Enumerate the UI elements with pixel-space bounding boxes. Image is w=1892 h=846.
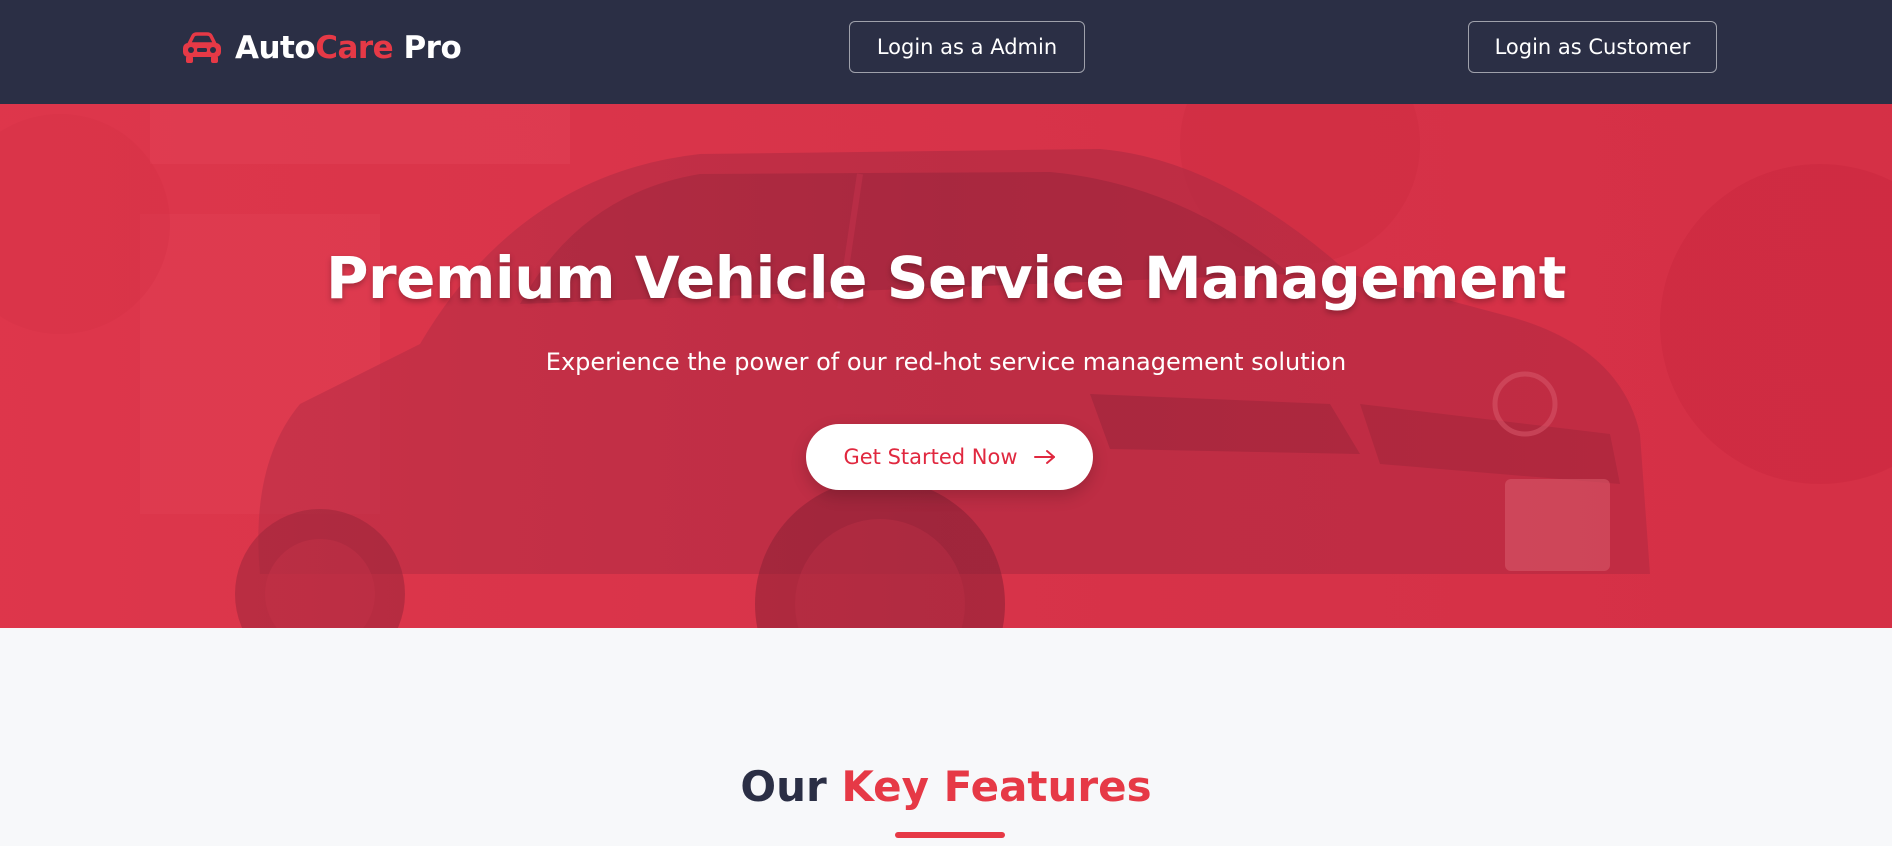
features-title-part2: Key Features	[841, 762, 1152, 811]
hero-content: Premium Vehicle Service Management Exper…	[0, 104, 1892, 628]
features-title-part1: Our	[740, 762, 842, 811]
login-admin-button[interactable]: Login as a Admin	[849, 21, 1085, 73]
title-underline	[895, 832, 1005, 838]
hero-title: Premium Vehicle Service Management	[326, 244, 1566, 312]
get-started-label: Get Started Now	[843, 445, 1018, 469]
navbar: AutoCare Pro Login as a Admin Login as C…	[0, 0, 1892, 104]
brand-logo[interactable]: AutoCare Pro	[181, 26, 462, 70]
car-icon	[181, 32, 223, 64]
brand-name: AutoCare Pro	[235, 30, 462, 66]
get-started-button[interactable]: Get Started Now	[806, 424, 1093, 490]
brand-name-part1: Auto	[235, 30, 316, 66]
brand-name-part2: Care	[315, 30, 394, 66]
features-title: Our Key Features	[0, 762, 1892, 811]
features-section: Our Key Features	[0, 628, 1892, 846]
brand-name-part3: Pro	[393, 30, 462, 66]
login-customer-button[interactable]: Login as Customer	[1468, 21, 1717, 73]
hero-section: Premium Vehicle Service Management Exper…	[0, 104, 1892, 628]
hero-subtitle: Experience the power of our red-hot serv…	[545, 348, 1347, 376]
arrow-right-icon	[1033, 449, 1056, 465]
